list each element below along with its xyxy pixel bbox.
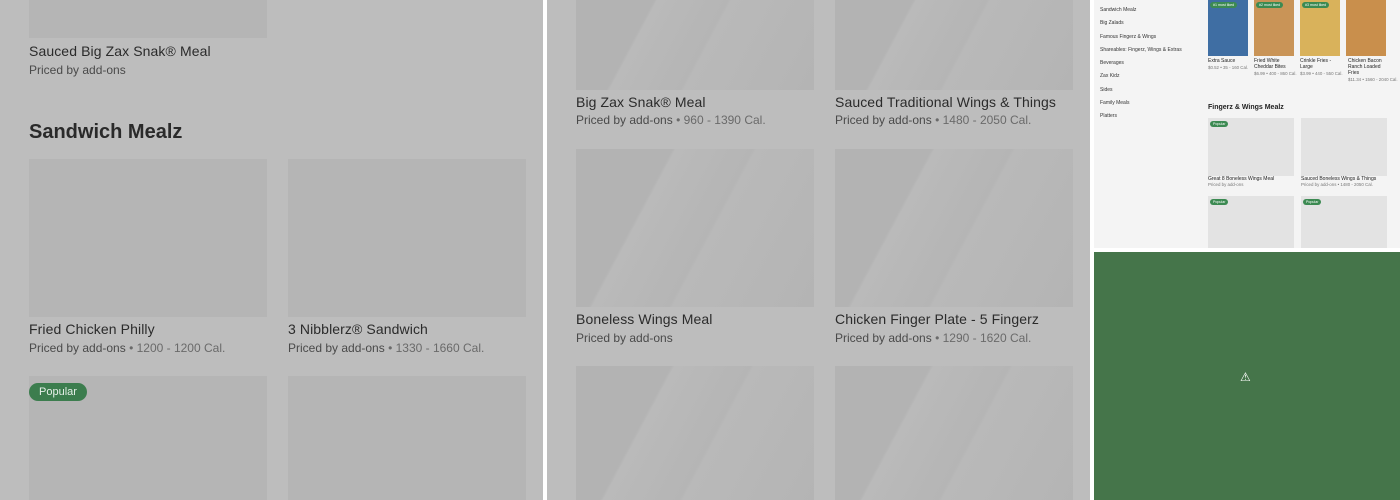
item-image[interactable] <box>576 366 814 500</box>
nav-item[interactable]: Zax Kidz <box>1100 70 1200 83</box>
product-image[interactable] <box>1254 0 1294 56</box>
warning-icon: ⚠ <box>1240 370 1251 384</box>
product-price: $11.34 • 1560 - 2040 Cal. <box>1348 77 1398 82</box>
item-image[interactable] <box>1301 118 1387 176</box>
category-nav: Sandwich Mealz Big Zalads Famous Fingerz… <box>1100 4 1200 124</box>
section-title: Fingerz & Wings Mealz <box>1208 104 1284 111</box>
product-name[interactable]: Crinkle Fries - Large <box>1300 58 1340 70</box>
nav-item[interactable]: Sides <box>1100 84 1200 97</box>
product-price: $6.99 • 400 - 860 Cal. <box>1254 71 1297 76</box>
most-liked-badge: #1 most liked <box>1210 2 1238 8</box>
section-title: Sandwich Mealz <box>29 121 183 143</box>
product-name[interactable]: Extra Sauce <box>1208 58 1248 64</box>
item-price: Priced by add-ons • 960 - 1390 Cal. <box>576 113 766 127</box>
item-image[interactable] <box>288 159 526 317</box>
item-name[interactable]: Fried Chicken Philly <box>29 321 155 337</box>
item-name[interactable]: Sauced Big Zax Snak® Meal <box>29 43 211 59</box>
product-image[interactable] <box>1300 0 1340 56</box>
item-price: Priced by add-ons • 1480 - 2050 Cal. <box>1301 182 1373 187</box>
product-image[interactable] <box>1346 0 1386 56</box>
item-name[interactable]: Chicken Finger Plate - 5 Fingerz <box>835 311 1039 327</box>
item-name[interactable]: Sauced Traditional Wings & Things <box>835 94 1056 110</box>
item-price: Priced by add-ons <box>1208 182 1244 187</box>
item-calories: • 1290 - 1620 Cal. <box>931 331 1032 345</box>
mini-menu-screenshot: Sandwich Mealz Big Zalads Famous Fingerz… <box>1094 0 1400 248</box>
popular-badge: Popular <box>1210 199 1229 205</box>
item-price: Priced by add-ons • 1200 - 1200 Cal. <box>29 341 226 355</box>
item-image[interactable] <box>835 366 1073 500</box>
item-calories: • 1200 - 1200 Cal. <box>125 341 226 355</box>
nav-item[interactable]: Famous Fingerz & Wings <box>1100 31 1200 44</box>
item-image[interactable] <box>835 149 1073 307</box>
most-liked-badge: #3 most liked <box>1302 2 1330 8</box>
product-name[interactable]: Chicken Bacon Ranch Loaded Fries <box>1348 58 1386 76</box>
item-calories: • 1480 - 2050 Cal. <box>931 113 1032 127</box>
popular-badge: Popular <box>29 383 87 401</box>
item-price: Priced by add-ons • 1480 - 2050 Cal. <box>835 113 1032 127</box>
item-calories: • 1330 - 1660 Cal. <box>384 341 485 355</box>
item-price: Priced by add-ons • 1290 - 1620 Cal. <box>835 331 1032 345</box>
item-image[interactable] <box>29 159 267 317</box>
nav-item[interactable]: Sandwich Mealz <box>1100 4 1200 17</box>
nav-item[interactable]: Big Zalads <box>1100 17 1200 30</box>
product-price: $0.52 • 35 - 160 Cal. <box>1208 65 1249 70</box>
item-price: Priced by add-ons • 1330 - 1660 Cal. <box>288 341 485 355</box>
item-image[interactable] <box>576 149 814 307</box>
nav-item[interactable]: Platters <box>1100 110 1200 123</box>
item-name[interactable]: Boneless Wings Meal <box>576 311 713 327</box>
broken-image-placeholder: ⚠ <box>1094 252 1400 500</box>
item-image[interactable] <box>835 0 1073 90</box>
nav-item[interactable]: Family Meals <box>1100 97 1200 110</box>
product-price: $3.99 • 440 - 550 Cal. <box>1300 71 1343 76</box>
menu-panel-middle: Big Zax Snak® Meal Priced by add-ons • 9… <box>547 0 1090 500</box>
item-price: Priced by add-ons <box>29 63 126 77</box>
popular-badge: Popular <box>1210 121 1229 127</box>
menu-panel-left: Sauced Big Zax Snak® Meal Priced by add-… <box>0 0 543 500</box>
item-name[interactable]: Big Zax Snak® Meal <box>576 94 706 110</box>
nav-item[interactable]: Shareables: Fingerz, Wings & Extras <box>1100 44 1200 57</box>
item-image[interactable] <box>576 0 814 90</box>
product-name[interactable]: Fried White Cheddar Bites <box>1254 58 1294 70</box>
product-image[interactable] <box>1208 0 1248 56</box>
popular-badge: Popular <box>1303 199 1322 205</box>
item-name[interactable]: 3 Nibblerz® Sandwich <box>288 321 428 337</box>
item-image[interactable] <box>288 376 526 500</box>
nav-item[interactable]: Beverages <box>1100 57 1200 70</box>
item-calories: • 960 - 1390 Cal. <box>672 113 766 127</box>
item-image[interactable] <box>29 0 267 38</box>
item-price: Priced by add-ons <box>576 331 673 345</box>
most-liked-badge: #2 most liked <box>1256 2 1284 8</box>
